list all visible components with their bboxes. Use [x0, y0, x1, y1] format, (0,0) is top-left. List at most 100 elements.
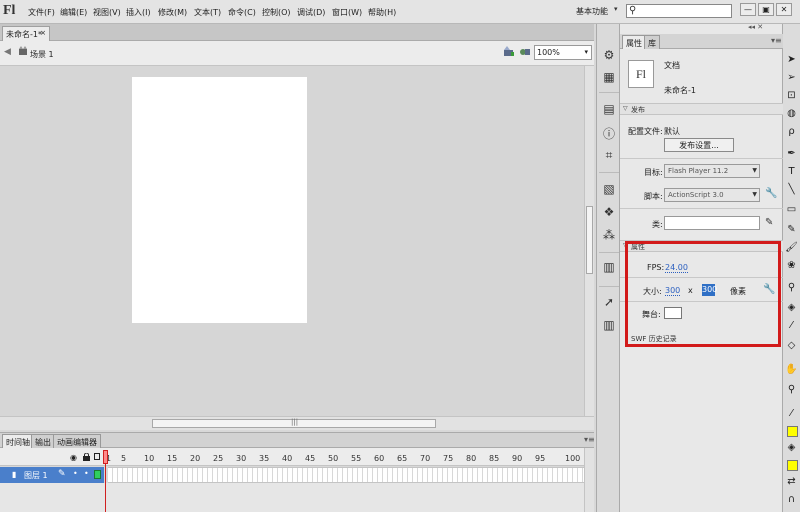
script-select[interactable]: ActionScript 3.0 ▼: [664, 188, 760, 202]
close-window-button[interactable]: ✕: [776, 3, 792, 16]
publish-section-header[interactable]: ▽ 发布: [620, 103, 783, 115]
tab-properties[interactable]: 属性: [622, 35, 646, 49]
line-icon[interactable]: ╲: [783, 184, 800, 195]
menu-text[interactable]: 文本(T): [194, 7, 221, 18]
stroke-color-swatch[interactable]: [787, 426, 798, 437]
scrollbar-thumb[interactable]: [586, 206, 593, 274]
eyedropper-icon[interactable]: ⁄: [783, 320, 800, 331]
compass-icon[interactable]: ➚: [602, 295, 616, 309]
script-value: ActionScript 3.0: [668, 191, 724, 199]
lock-all-icon[interactable]: [83, 452, 90, 463]
menu-debug[interactable]: 调试(D): [297, 7, 325, 18]
document-tab[interactable]: 未命名-1* ×: [2, 26, 50, 41]
layer-lock-toggle[interactable]: •: [84, 469, 89, 478]
menu-window[interactable]: 窗口(W): [332, 7, 362, 18]
stage-horizontal-scrollbar[interactable]: |||: [0, 416, 594, 430]
tab-output[interactable]: 输出: [31, 434, 55, 448]
document-name: 未命名-1: [664, 86, 696, 95]
show-hide-all-icon[interactable]: ◉: [70, 453, 77, 462]
wrench-icon[interactable]: 🔧: [765, 188, 777, 199]
edit-scene-icon[interactable]: [503, 46, 515, 60]
deco-icon[interactable]: ❀: [783, 260, 800, 271]
playhead-handle[interactable]: [103, 450, 108, 464]
movie-icon[interactable]: ▥: [602, 260, 616, 274]
bone-icon[interactable]: ⚲: [783, 282, 800, 293]
ruler-label: 55: [351, 454, 362, 463]
search-input[interactable]: ⚲: [626, 4, 732, 18]
hand-icon[interactable]: ✋: [783, 364, 800, 375]
stage-vertical-scrollbar[interactable]: [584, 66, 594, 416]
target-select[interactable]: Flash Player 11.2 ▼: [664, 164, 760, 178]
menu-insert[interactable]: 插入(I): [126, 7, 151, 18]
search-icon: ⚲: [629, 5, 637, 16]
minimize-button[interactable]: —: [740, 3, 756, 16]
class-input[interactable]: [664, 216, 760, 230]
panel-menu-icon[interactable]: ▾≡: [771, 36, 782, 45]
timeline-vertical-scrollbar[interactable]: [584, 448, 594, 512]
stroke-color-icon[interactable]: ⁄: [783, 408, 800, 419]
publish-settings-button[interactable]: 发布设置...: [664, 138, 734, 152]
menu-help[interactable]: 帮助(H): [368, 7, 396, 18]
frames-row[interactable]: [108, 467, 584, 483]
fill-color-swatch[interactable]: [787, 460, 798, 471]
info-icon[interactable]: ⓘ: [602, 125, 616, 142]
panel-menu-icon[interactable]: ▾≡: [584, 435, 595, 444]
ruler-label: 90: [512, 454, 523, 463]
free-transform-icon[interactable]: ⊡: [783, 90, 800, 101]
workspace-switcher[interactable]: 基本功能: [576, 6, 608, 17]
snap-icon[interactable]: ∩: [783, 494, 800, 505]
paint-bucket-icon[interactable]: ◈: [783, 302, 800, 313]
eraser-icon[interactable]: ◇: [783, 340, 800, 351]
zoom-select[interactable]: 100% ▾: [534, 45, 592, 60]
menu-modify[interactable]: 修改(M): [158, 7, 187, 18]
menu-file[interactable]: 文件(F): [28, 7, 55, 18]
pen-icon[interactable]: ✒: [783, 148, 800, 159]
text-icon[interactable]: T: [783, 166, 800, 177]
layer-outline-color[interactable]: [94, 470, 101, 479]
subselect-icon[interactable]: ➢: [783, 72, 800, 83]
tab-motion-editor[interactable]: 动画编辑器: [53, 434, 101, 448]
rectangle-icon[interactable]: ▭: [783, 204, 800, 215]
timeline-ruler[interactable]: ◉ 1 5 10 15 20 25 30 35 40 45 50 55 60 6…: [0, 448, 594, 466]
motion-icon[interactable]: ⁂: [602, 228, 616, 242]
scrollbar-thumb[interactable]: |||: [152, 418, 436, 428]
document-tab-bar: 未命名-1* ×: [0, 24, 594, 41]
zoom-icon[interactable]: ⚲: [783, 384, 800, 395]
layer-visibility-toggle[interactable]: •: [73, 469, 78, 478]
highlight-annotation: [625, 241, 781, 347]
transform-icon[interactable]: ⌗: [602, 148, 616, 163]
edit-symbol-icon[interactable]: [519, 46, 531, 60]
brush-icon[interactable]: 🖌: [783, 242, 800, 253]
fill-color-icon[interactable]: ◈: [783, 442, 800, 453]
tab-timeline[interactable]: 时间轴: [2, 434, 34, 448]
outline-all-icon[interactable]: [94, 453, 100, 460]
back-icon[interactable]: ◀: [4, 47, 11, 57]
components-icon[interactable]: ❖: [602, 205, 616, 219]
library-icon[interactable]: ▥: [602, 318, 616, 332]
menu-commands[interactable]: 命令(C): [228, 7, 256, 18]
grid-icon[interactable]: ▦: [602, 70, 616, 84]
layer-name[interactable]: 图层 1: [24, 470, 48, 481]
gear-icon[interactable]: ⚙: [602, 48, 616, 62]
restore-button[interactable]: ▣: [758, 3, 774, 16]
layer-row[interactable]: ▮ 图层 1 ✎ • •: [0, 467, 104, 483]
tab-library[interactable]: 库: [644, 35, 660, 49]
align-icon[interactable]: ▤: [602, 102, 616, 116]
panel-collapse-icon[interactable]: ◂◂ ✕: [748, 23, 763, 31]
code-icon[interactable]: ▧: [602, 182, 616, 196]
3d-rotate-icon[interactable]: ◍: [783, 108, 800, 119]
pencil-icon[interactable]: ✎: [765, 217, 773, 228]
playhead[interactable]: [103, 448, 108, 512]
menu-view[interactable]: 视图(V): [93, 7, 121, 18]
menu-control[interactable]: 控制(O): [262, 7, 291, 18]
menu-edit[interactable]: 编辑(E): [60, 7, 87, 18]
lasso-icon[interactable]: ρ: [783, 126, 800, 137]
stage[interactable]: [132, 77, 307, 323]
close-icon[interactable]: ×: [40, 29, 46, 37]
arrow-icon[interactable]: ➤: [783, 54, 800, 65]
chevron-down-icon[interactable]: ▾: [614, 5, 618, 13]
swap-colors-icon[interactable]: ⇄: [783, 476, 800, 487]
pencil-icon[interactable]: ✎: [783, 224, 800, 235]
chevron-down-icon: ▼: [752, 191, 757, 198]
pasteboard[interactable]: [0, 66, 584, 416]
